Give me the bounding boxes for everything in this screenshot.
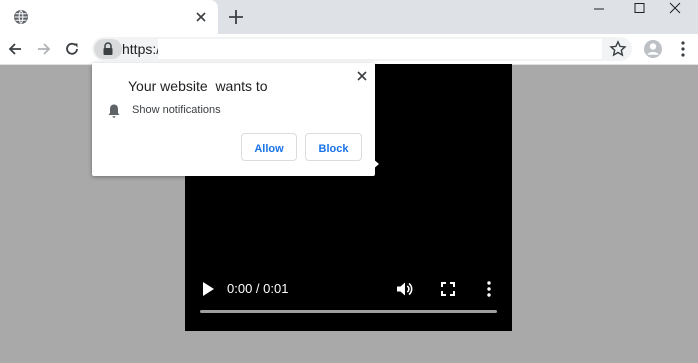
- url-input-area[interactable]: [158, 39, 602, 59]
- bell-icon: [108, 104, 120, 118]
- new-tab-plus-icon[interactable]: [226, 7, 246, 27]
- site-info-button[interactable]: [94, 39, 122, 59]
- video-time-display: 0:00 / 0:01: [227, 281, 289, 296]
- notification-permission-popup: Your website wants to Show notifications…: [92, 63, 375, 176]
- window-close-icon[interactable]: [652, 0, 698, 30]
- tab-strip: [0, 0, 698, 34]
- popup-request-text: wants to: [215, 78, 268, 94]
- kebab-menu-icon[interactable]: [674, 38, 692, 60]
- browser-tab[interactable]: [0, 0, 218, 34]
- tab-close-icon[interactable]: [193, 9, 209, 25]
- globe-icon: [14, 10, 28, 24]
- popup-close-icon[interactable]: [355, 69, 369, 83]
- permission-label: Show notifications: [132, 104, 221, 116]
- back-arrow-icon[interactable]: [4, 38, 26, 60]
- address-bar[interactable]: https://: [92, 37, 632, 61]
- allow-button[interactable]: Allow: [241, 133, 297, 161]
- block-button[interactable]: Block: [305, 133, 362, 161]
- forward-arrow-icon[interactable]: [33, 38, 55, 60]
- lock-icon: [103, 42, 113, 55]
- video-progress-track[interactable]: [200, 310, 497, 313]
- popup-title: Your website wants to: [128, 78, 268, 94]
- popup-site-name: Your website: [128, 78, 208, 94]
- browser-toolbar: https://: [0, 34, 698, 65]
- play-icon[interactable]: [201, 281, 215, 297]
- more-options-icon[interactable]: [485, 280, 493, 298]
- fullscreen-icon[interactable]: [440, 281, 456, 297]
- volume-icon[interactable]: [395, 280, 413, 298]
- popup-pointer: [372, 158, 379, 170]
- bookmark-star-icon[interactable]: [609, 40, 627, 58]
- profile-avatar-icon[interactable]: [642, 38, 664, 60]
- reload-icon[interactable]: [61, 38, 83, 60]
- minimize-icon[interactable]: [576, 0, 622, 30]
